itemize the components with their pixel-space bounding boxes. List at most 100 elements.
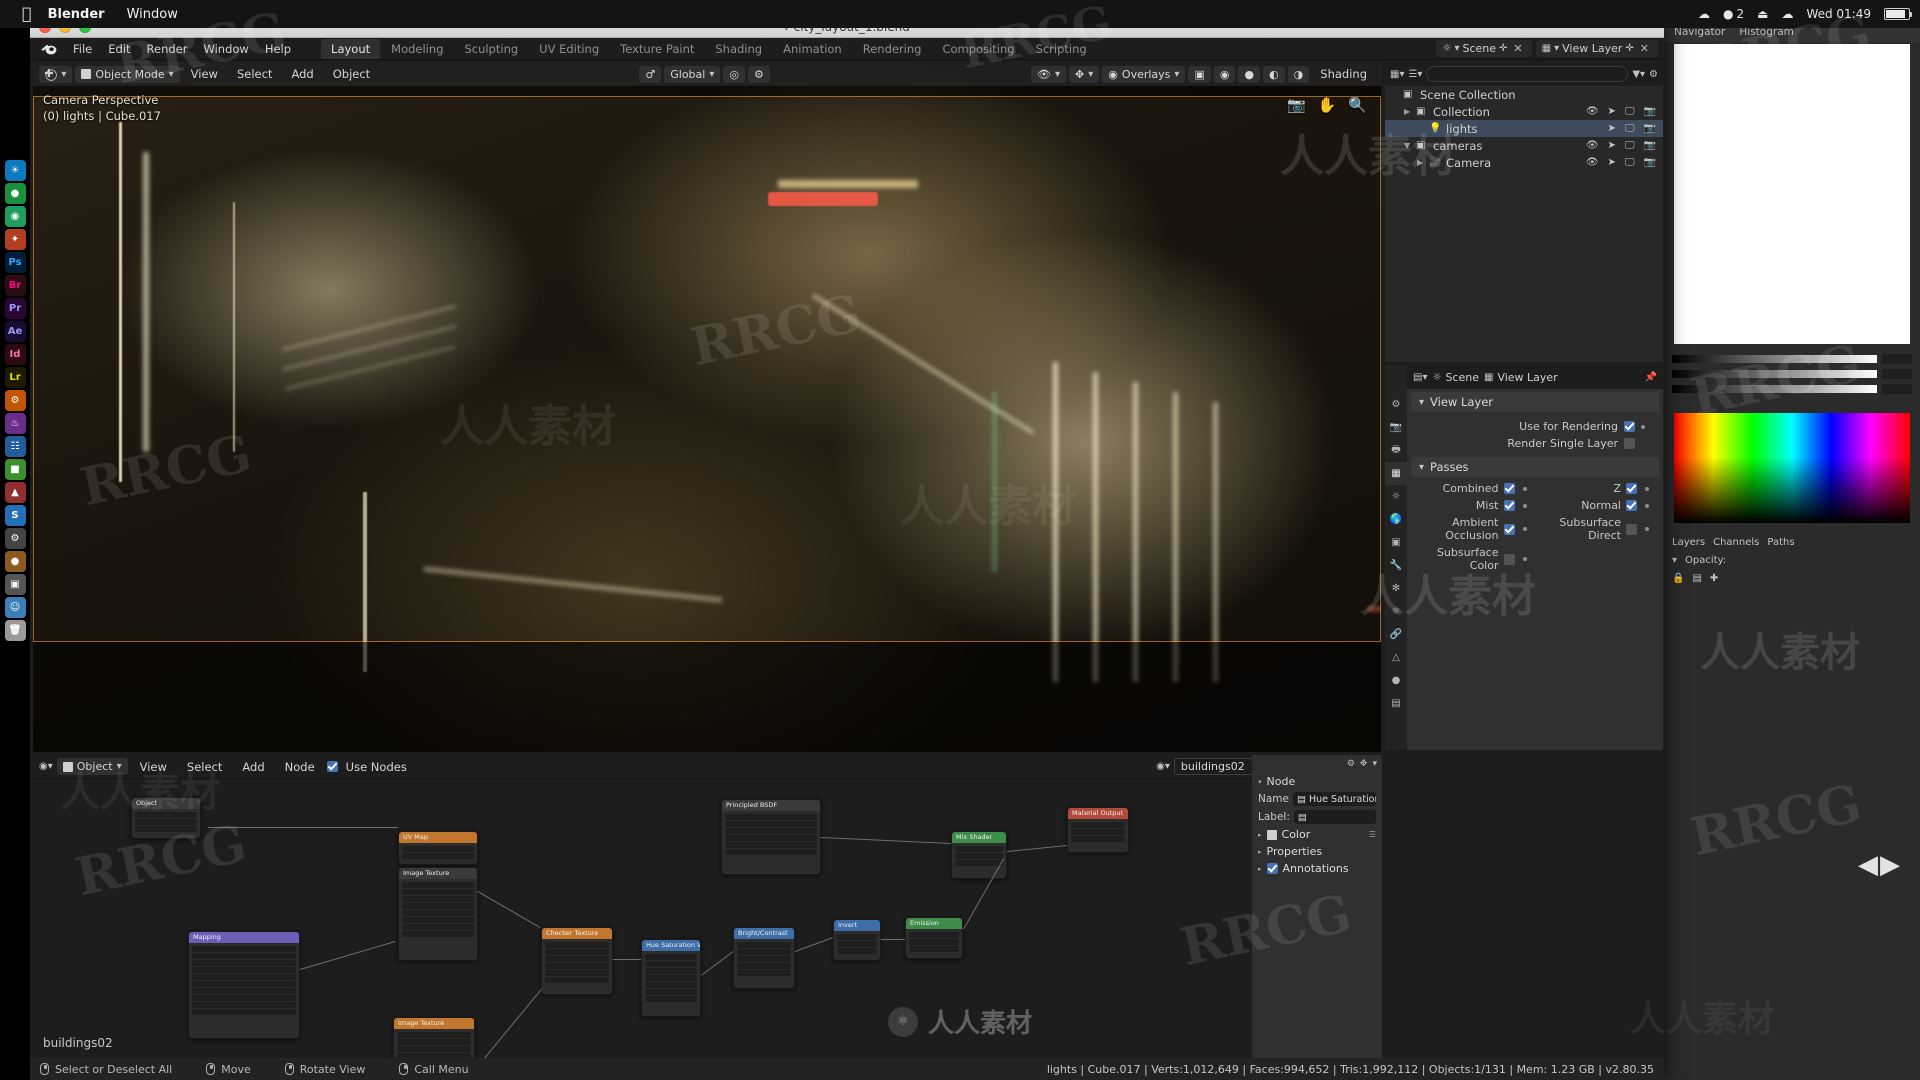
screen-icon[interactable]: 🖵 (1625, 157, 1635, 168)
chevron-down-icon[interactable]: ▼ (1404, 141, 1416, 150)
properties-tab-render[interactable]: 📷 (1385, 416, 1407, 439)
breadcrumb-scene[interactable]: ☼ Scene (1432, 371, 1479, 384)
node-canvas[interactable]: Object Mapping UV Map Image Texture Image Te… (33, 779, 1377, 1058)
shader-node-field[interactable] (1071, 822, 1125, 828)
tab-animation[interactable]: Animation (773, 39, 852, 59)
node-label-row[interactable]: Label: ▤ (1252, 808, 1382, 826)
macos-eject-icon[interactable]: ⏏ (1757, 7, 1768, 21)
node-panel-section-properties[interactable]: ▸ Properties (1252, 843, 1382, 860)
breadcrumb-viewlayer[interactable]: ▦ View Layer (1484, 371, 1558, 384)
overlays-toggle[interactable]: ◉ Overlays ▾ (1102, 65, 1186, 83)
properties-tab-texture[interactable]: ▤ (1385, 692, 1407, 715)
zoom-magnifier-icon[interactable]: 🔍 (1348, 96, 1367, 114)
checkbox[interactable] (1624, 421, 1635, 432)
properties-editor[interactable]: ⚙ 📷 🖶 ▦ ☼ 🌎 ▣ 🔧 ✻ ⚛ 🔗 △ ● ▤ ▤▾ ☼ Scene ▦… (1385, 365, 1663, 750)
properties-tab-constraints[interactable]: 🔗 (1385, 623, 1407, 646)
shader-node-field[interactable] (645, 961, 697, 967)
outliner-row[interactable]: ▣ Scene Collection (1385, 86, 1663, 103)
use-nodes-checkbox[interactable] (326, 761, 338, 772)
shader-node-field[interactable] (645, 982, 697, 988)
new-scene-icon[interactable]: ✛ (1499, 43, 1507, 54)
animate-dot-icon[interactable] (1522, 503, 1527, 508)
shader-menu-node[interactable]: Node (277, 760, 323, 774)
color-picker-spectrum[interactable] (1674, 413, 1910, 523)
shader-node-field[interactable] (737, 949, 791, 955)
xray-toggle-icon[interactable]: ▣ (1188, 65, 1211, 83)
shader-node-editor[interactable]: ◉▾ Object ▾ View Select Add Node Use Node… (33, 755, 1377, 1058)
shader-node-field[interactable] (645, 975, 697, 981)
cursor-icon[interactable]: ➤ (1608, 140, 1616, 151)
slider-track[interactable] (1672, 385, 1877, 393)
menu-window[interactable]: Window (195, 40, 256, 58)
shader-node-field[interactable] (545, 956, 609, 962)
properties-tab-data[interactable]: △ (1385, 646, 1407, 669)
node-panel-section-node[interactable]: ▾ Node (1252, 773, 1382, 790)
tab-rendering[interactable]: Rendering (853, 39, 932, 59)
dock-app-indesign[interactable]: Id (4, 344, 26, 365)
panel-header-view-layer[interactable]: ▾ View Layer (1411, 392, 1659, 412)
shader-node-field[interactable] (397, 1039, 471, 1045)
shader-node-field[interactable] (402, 896, 474, 902)
node-panel-section-color[interactable]: ▸ Color ☰ (1252, 826, 1382, 843)
shading-wireframe-icon[interactable]: ◉ (1213, 65, 1236, 83)
properties-tab-viewlayer[interactable]: ▦ (1385, 462, 1407, 485)
shader-node-field[interactable] (402, 910, 474, 916)
shader-node-field[interactable] (545, 963, 609, 969)
pass-checkbox[interactable] (1503, 523, 1515, 535)
outliner-row-tools[interactable]: 👁 ➤ 🖵 📷 (1586, 106, 1656, 117)
cursor-icon[interactable]: ➤ (1608, 106, 1616, 117)
properties-tab-modifiers[interactable]: 🔧 (1385, 554, 1407, 577)
editor-type-icon[interactable]: ▦▾ (1390, 69, 1404, 80)
animate-dot-icon[interactable] (1645, 503, 1649, 508)
pass-checkbox[interactable] (1626, 523, 1637, 535)
properties-tab-scene[interactable]: ☼ (1385, 485, 1407, 508)
dock-app-icon[interactable]: ◉ (4, 206, 26, 227)
shading-solid-icon[interactable]: ● (1238, 65, 1261, 83)
pass-checkbox[interactable] (1503, 483, 1515, 494)
shader-node-field[interactable] (192, 960, 296, 966)
animate-dot-icon[interactable] (1645, 486, 1649, 491)
slider-row[interactable] (1672, 354, 1912, 364)
macos-cloud-icon[interactable]: ☁ (1781, 7, 1793, 21)
dock-app-bridge[interactable]: Br (4, 275, 26, 296)
shading-rendered-icon[interactable]: ◑ (1287, 65, 1310, 83)
shader-node-field[interactable] (955, 853, 1003, 859)
eye-icon[interactable]: 👁 (1586, 106, 1599, 117)
editor-type-icon[interactable]: ◉▾ (39, 761, 53, 772)
shader-node[interactable]: Hue Saturation Value (641, 939, 701, 1017)
viewlayer-close-icon[interactable]: ✕ (1637, 42, 1652, 55)
slider-value[interactable] (1882, 369, 1912, 379)
shader-node-field[interactable] (909, 946, 959, 952)
shader-node-field[interactable] (135, 812, 197, 818)
object-mode-selector[interactable]: Object Mode ▾ (75, 65, 180, 83)
shader-node-field[interactable] (545, 977, 609, 983)
tool-move-icon[interactable]: ✚ (36, 64, 62, 82)
chevron-right-icon[interactable]: ▶ (1417, 158, 1429, 167)
macos-menu-window[interactable]: Window (127, 7, 178, 22)
slider-track[interactable] (1672, 370, 1877, 378)
pass-checkbox[interactable] (1626, 483, 1637, 494)
shader-node-field[interactable] (192, 953, 296, 959)
navigator-preview[interactable] (1674, 44, 1910, 344)
color-presets-icon[interactable]: ☰ (1369, 830, 1382, 839)
animate-dot-icon[interactable] (1522, 557, 1527, 561)
camera-view-icon[interactable]: 📷 (1287, 96, 1306, 114)
node-name-row[interactable]: Name ▤Hue Saturation .. (1252, 790, 1382, 808)
transform-orientation-selector[interactable]: Global ▾ (664, 65, 721, 83)
viewport-3d[interactable]: ◯ ▾ Object Mode ▾ View Select Add Object ♂… (33, 62, 1381, 752)
shader-node-field[interactable] (192, 974, 296, 980)
dock-app-icon[interactable]: ☷ (4, 436, 26, 457)
blend-mode-select[interactable]: ▾ (1672, 555, 1677, 566)
visibility-filter-icon[interactable]: 👁 ▾ (1031, 65, 1067, 83)
outliner-row-tools[interactable]: 👁 ➤ 🖵 📷 (1586, 157, 1656, 168)
shader-node-field[interactable] (192, 988, 296, 994)
eye-icon[interactable]: 👁 (1586, 140, 1599, 151)
shader-node[interactable]: Invert (833, 919, 881, 961)
viewport-menu-add[interactable]: Add (283, 67, 321, 81)
animate-dot-icon[interactable] (1522, 486, 1527, 491)
dock-app-icon[interactable]: ⚙ (4, 528, 26, 549)
chevron-right-icon[interactable]: ▶ (1404, 107, 1416, 116)
shader-node-field[interactable] (737, 970, 791, 976)
shader-node-field[interactable] (725, 842, 817, 848)
outliner-row[interactable]: ▶ ▣ Collection 👁 ➤ 🖵 📷 (1385, 103, 1663, 120)
